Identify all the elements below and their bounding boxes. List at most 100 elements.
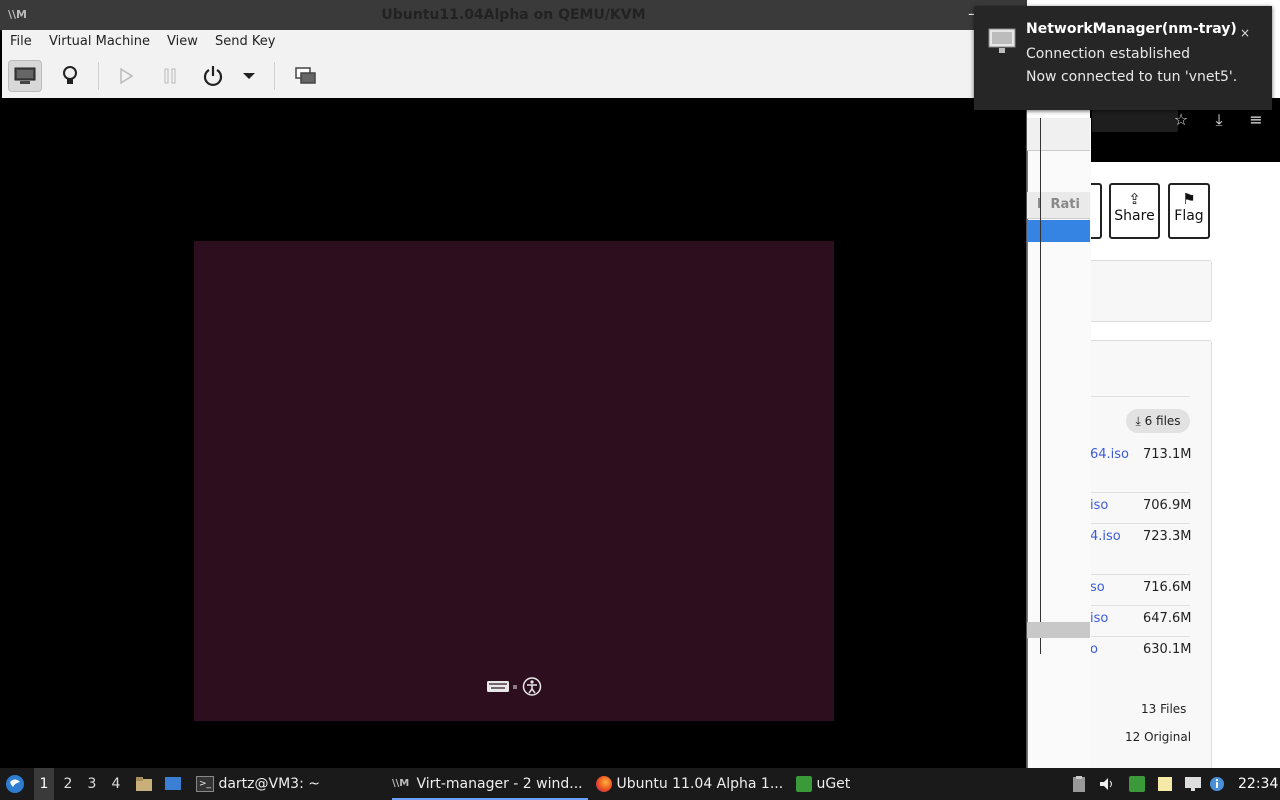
file-link[interactable]: so	[1090, 580, 1105, 595]
window-title: Ubuntu11.04Alpha on QEMU/KVM	[381, 7, 646, 23]
shutdown-dropdown-button[interactable]	[235, 60, 263, 92]
fullscreen-icon	[295, 67, 316, 84]
guest-display[interactable]	[194, 241, 834, 721]
console-monitor-icon	[14, 67, 36, 84]
toolbar	[2, 54, 1025, 99]
task-uget[interactable]: uGet	[796, 768, 876, 800]
network-tray[interactable]	[1184, 775, 1202, 793]
flag-label: Flag	[1174, 208, 1204, 224]
file-size: 647.6M	[1143, 611, 1192, 626]
start-menu-button[interactable]	[5, 774, 25, 794]
download-badge-label: 6 files	[1144, 414, 1181, 428]
folder-icon	[136, 777, 152, 791]
dialog-border	[1040, 118, 1041, 654]
run-button[interactable]	[109, 60, 143, 92]
notes-tray[interactable]	[1156, 775, 1174, 793]
download-icon: ⤓	[1135, 414, 1141, 428]
divider	[1090, 605, 1190, 606]
divider	[1090, 396, 1190, 397]
file-size: 716.6M	[1143, 580, 1192, 595]
workspace-4[interactable]: 4	[106, 768, 126, 800]
horizontal-scrollbar[interactable]	[1027, 622, 1090, 638]
desktop-icon	[165, 777, 181, 790]
flag-icon: ⚑	[1182, 190, 1196, 208]
workspace-3[interactable]: 3	[82, 768, 102, 800]
share-button[interactable]: ⇪ Share	[1109, 183, 1160, 239]
notification-title: NetworkManager(nm-tray)	[1026, 21, 1237, 37]
uget-tray[interactable]	[1128, 775, 1146, 793]
menu-virtual-machine[interactable]: Virtual Machine	[49, 30, 150, 54]
divider	[1090, 492, 1190, 493]
taskbar: 1 2 3 4 >_ dartz@VM3: ~ \\M Virt-manager…	[0, 768, 1280, 800]
bookmark-star-icon[interactable]: ☆	[1170, 110, 1192, 129]
notification-body-line: Connection established	[1026, 46, 1190, 62]
task-label: Ubuntu 11.04 Alpha 1...	[616, 776, 784, 792]
info-icon	[1210, 777, 1224, 791]
toolbar-separator	[98, 62, 99, 90]
flag-button[interactable]: ⚑ Flag	[1168, 183, 1210, 239]
network-tray-icon	[1185, 777, 1201, 791]
volume-icon	[1100, 778, 1112, 790]
hamburger-menu-icon[interactable]: ≡	[1245, 110, 1267, 129]
clipboard-icon	[1073, 776, 1085, 792]
pause-button[interactable]	[153, 60, 187, 92]
clipboard-tray[interactable]	[1070, 775, 1088, 793]
download-all-badge[interactable]: ⤓ 6 files	[1126, 409, 1190, 433]
menu-bar: File Virtual Machine View Send Key	[2, 30, 1025, 54]
pause-icon	[164, 68, 176, 84]
updates-tray[interactable]	[1208, 775, 1226, 793]
file-link[interactable]: iso	[1090, 611, 1108, 626]
file-link[interactable]: 64.iso	[1090, 447, 1129, 462]
console-button[interactable]	[8, 60, 42, 92]
power-icon	[203, 66, 223, 87]
file-link[interactable]: 4.iso	[1090, 529, 1121, 544]
task-label: Virt-manager - 2 wind...	[416, 776, 583, 792]
info-panel	[1080, 260, 1212, 322]
file-link[interactable]: iso	[1090, 498, 1108, 513]
file-link[interactable]: o	[1090, 642, 1098, 657]
workspace-2[interactable]: 2	[58, 768, 78, 800]
menu-send-key[interactable]: Send Key	[215, 30, 275, 54]
network-icon	[988, 28, 1016, 54]
fullscreen-button[interactable]	[289, 60, 323, 92]
menu-file[interactable]: File	[10, 30, 32, 54]
details-lightbulb-icon	[63, 66, 77, 84]
selected-row[interactable]	[1027, 220, 1090, 242]
column-header[interactable]: l Rati	[1027, 192, 1090, 219]
clock[interactable]: 22:34	[1238, 768, 1278, 800]
files-count: 13 Files	[1141, 702, 1187, 716]
details-button[interactable]	[53, 60, 87, 92]
task-label: dartz@VM3: ~	[218, 776, 320, 792]
task-firefox[interactable]: Ubuntu 11.04 Alpha 1...	[596, 768, 786, 800]
close-icon[interactable]: ×	[1240, 26, 1250, 40]
shutdown-button[interactable]	[196, 60, 230, 92]
uget-icon	[796, 776, 812, 792]
file-size: 713.1M	[1143, 447, 1192, 462]
guest-status-icons	[486, 677, 546, 696]
show-desktop-launcher[interactable]	[164, 775, 182, 793]
task-virt-manager[interactable]: \\M Virt-manager - 2 wind...	[392, 768, 588, 800]
notes-icon	[1158, 777, 1172, 791]
file-manager-launcher[interactable]	[135, 775, 153, 793]
file-size: 706.9M	[1143, 498, 1192, 513]
divider	[1090, 523, 1190, 524]
file-size: 630.1M	[1143, 642, 1192, 657]
firefox-icon	[596, 776, 612, 792]
menu-view[interactable]: View	[167, 30, 198, 54]
share-icon: ⇪	[1128, 190, 1141, 208]
downloads-icon[interactable]: ⤓	[1208, 110, 1230, 130]
keyboard-icon	[487, 681, 509, 692]
task-label: uGet	[816, 776, 851, 792]
notification-body-line: Now connected to tun 'vnet5'.	[1026, 69, 1238, 85]
task-terminal[interactable]: >_ dartz@VM3: ~	[196, 768, 376, 800]
power-dropdown-icon	[243, 73, 255, 79]
volume-tray[interactable]	[1098, 775, 1116, 793]
column-header-label: l Rati	[1037, 197, 1080, 212]
lxqt-logo-icon	[6, 775, 24, 793]
browser-url-bar[interactable]	[1092, 110, 1178, 132]
workspace-1[interactable]: 1	[34, 768, 54, 800]
original-count: 12 Original	[1125, 730, 1192, 744]
divider	[1090, 574, 1190, 575]
share-label: Share	[1114, 208, 1155, 224]
notification-popup[interactable]: NetworkManager(nm-tray) Connection estab…	[974, 6, 1272, 110]
